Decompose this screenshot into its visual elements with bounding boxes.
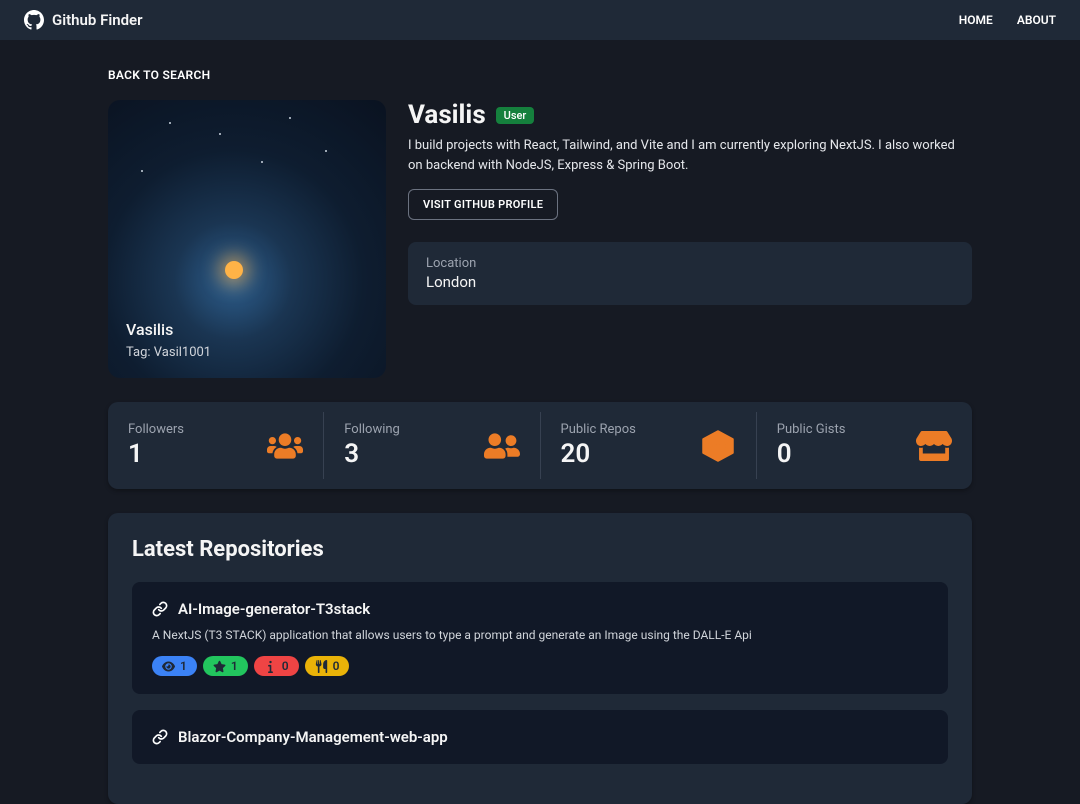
location-label: Location <box>426 256 954 271</box>
stat-followers: Followers 1 <box>108 412 324 479</box>
issues-badge: 0 <box>254 656 299 676</box>
eye-icon <box>162 660 175 673</box>
stats-card: Followers 1 Following 3 Public Repos 20 … <box>108 402 972 489</box>
followers-label: Followers <box>128 422 184 437</box>
avatar-card: Vasilis Tag: Vasil1001 <box>108 100 386 378</box>
user-type-badge: User <box>496 107 535 124</box>
repo-name: AI-Image-generator-T3stack <box>178 600 370 618</box>
users-icon <box>267 428 303 464</box>
brand[interactable]: Github Finder <box>24 10 143 30</box>
gists-label: Public Gists <box>777 422 846 437</box>
gists-value: 0 <box>777 439 846 469</box>
stat-following: Following 3 <box>324 412 540 479</box>
repos-value: 20 <box>561 439 636 469</box>
store-icon <box>916 428 952 464</box>
stat-gists: Public Gists 0 <box>757 412 972 479</box>
stars-badge: 1 <box>203 656 248 676</box>
watchers-badge: 1 <box>152 656 197 676</box>
navbar: Github Finder HOME ABOUT <box>0 0 1080 40</box>
nav-home[interactable]: HOME <box>959 13 993 27</box>
github-icon <box>24 10 44 30</box>
followers-value: 1 <box>128 439 184 469</box>
repos-card: Latest Repositories AI-Image-generator-T… <box>108 513 972 804</box>
visit-github-button[interactable]: VISIT GITHUB PROFILE <box>408 189 558 220</box>
profile-bio: I build projects with React, Tailwind, a… <box>408 136 972 175</box>
repos-label: Public Repos <box>561 422 636 437</box>
avatar-tag: Tag: Vasil1001 <box>126 345 211 360</box>
forks-badge: 0 <box>305 656 350 676</box>
following-value: 3 <box>344 439 400 469</box>
user-friends-icon <box>484 428 520 464</box>
codepen-icon <box>700 428 736 464</box>
back-to-search-button[interactable]: BACK TO SEARCH <box>108 68 210 82</box>
repo-name: Blazor-Company-Management-web-app <box>178 728 448 746</box>
repo-description: A NextJS (T3 STACK) application that all… <box>152 628 928 642</box>
stat-repos: Public Repos 20 <box>541 412 757 479</box>
utensils-icon <box>315 660 328 673</box>
brand-label: Github Finder <box>52 11 143 29</box>
link-icon <box>152 601 168 617</box>
location-card: Location London <box>408 242 972 305</box>
nav-about[interactable]: ABOUT <box>1017 13 1056 27</box>
link-icon <box>152 729 168 745</box>
info-icon <box>264 660 277 673</box>
location-value: London <box>426 273 954 291</box>
star-icon <box>213 660 226 673</box>
profile-name: Vasilis <box>408 100 486 130</box>
repos-title: Latest Repositories <box>132 537 948 562</box>
repo-item[interactable]: AI-Image-generator-T3stack A NextJS (T3 … <box>132 582 948 694</box>
avatar-name: Vasilis <box>126 320 211 339</box>
following-label: Following <box>344 422 400 437</box>
repo-item[interactable]: Blazor-Company-Management-web-app <box>132 710 948 764</box>
nav-links: HOME ABOUT <box>959 13 1056 27</box>
